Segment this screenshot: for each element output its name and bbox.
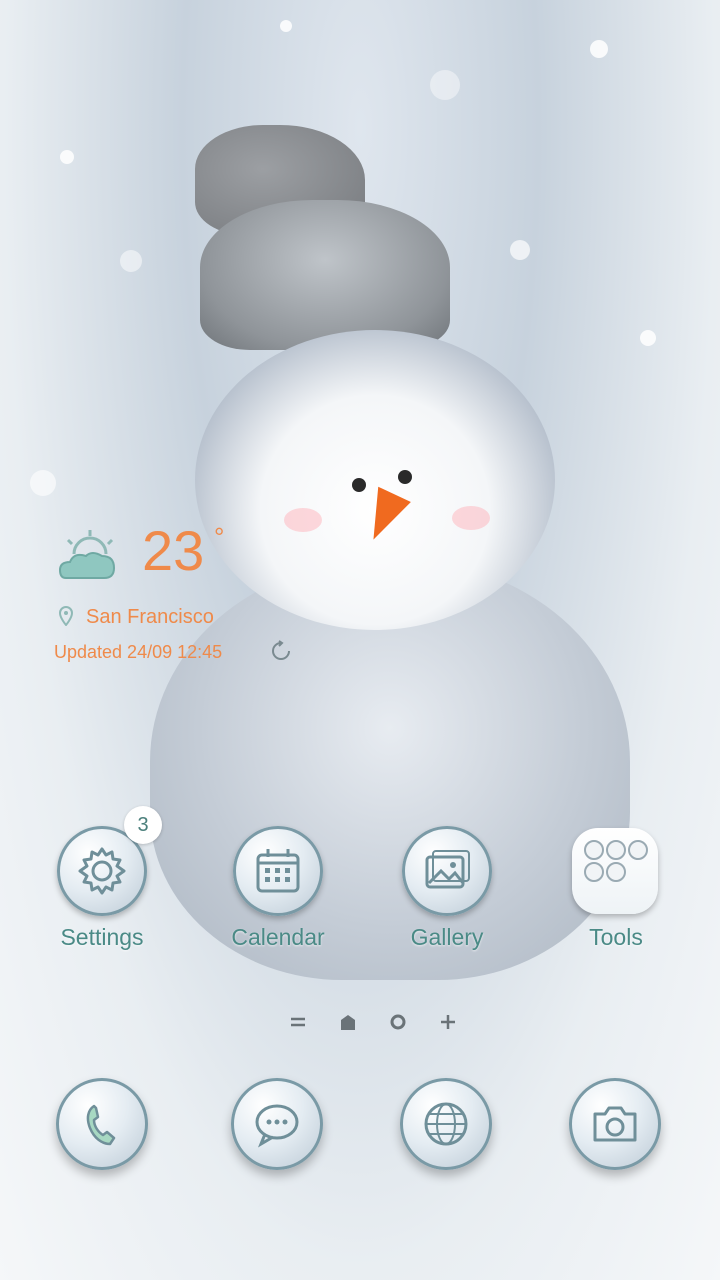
folder-mini-app [628,840,648,860]
browser-dock-button[interactable] [400,1078,492,1170]
notification-badge: 3 [124,806,162,844]
camera-dock-button[interactable] [569,1078,661,1170]
app-label: Tools [589,924,643,950]
folder-grid-icon [572,828,658,914]
snowflake [30,470,56,496]
app-label: Settings [60,924,144,950]
phone-dock-button[interactable] [56,1078,148,1170]
snowflake [640,330,656,346]
snowflake [430,70,460,100]
snowflake [280,20,292,32]
snowman-cheek [452,506,490,530]
message-icon [255,1104,299,1148]
snowman-eye [398,470,412,484]
home-icon[interactable] [338,1012,358,1032]
globe-icon [424,1102,468,1146]
plus-icon[interactable] [438,1012,458,1032]
app-label: Gallery [410,924,484,950]
snowflake [120,250,142,272]
snowman-eye [352,478,366,492]
folder-mini-app [606,862,626,882]
folder-mini-app [584,840,604,860]
weather-city: San Francisco [86,606,214,628]
phone-icon [86,1104,116,1146]
temperature: 23 [142,519,205,582]
app-settings[interactable]: Settings [22,826,182,966]
partly-cloudy-icon [58,530,116,579]
degree-symbol: ° [214,522,225,552]
refresh-icon[interactable] [270,640,292,662]
menu-icon[interactable] [288,1012,308,1032]
page-indicator [280,1012,460,1036]
circle-icon[interactable] [388,1012,408,1032]
message-dock-button[interactable] [231,1078,323,1170]
app-label: Calendar [231,924,325,950]
location-pin-icon [58,606,74,626]
weather-updated-time: Updated 24/09 12:45 [54,642,223,662]
folder-mini-app [606,840,626,860]
image-icon [402,826,492,916]
app-gallery[interactable]: Gallery [367,826,527,966]
calendar-icon [233,826,323,916]
app-calendar[interactable]: Calendar [198,826,358,966]
weather-widget[interactable]: 23 ° San Francisco Updated 24/09 12:45 [52,519,312,670]
snowman-hat [200,200,450,350]
camera-icon [593,1106,637,1142]
snowflake [510,240,530,260]
snowflake [590,40,608,58]
folder-mini-app [584,862,604,882]
snowflake [60,150,74,164]
app-tools-folder[interactable]: Tools [536,826,696,966]
